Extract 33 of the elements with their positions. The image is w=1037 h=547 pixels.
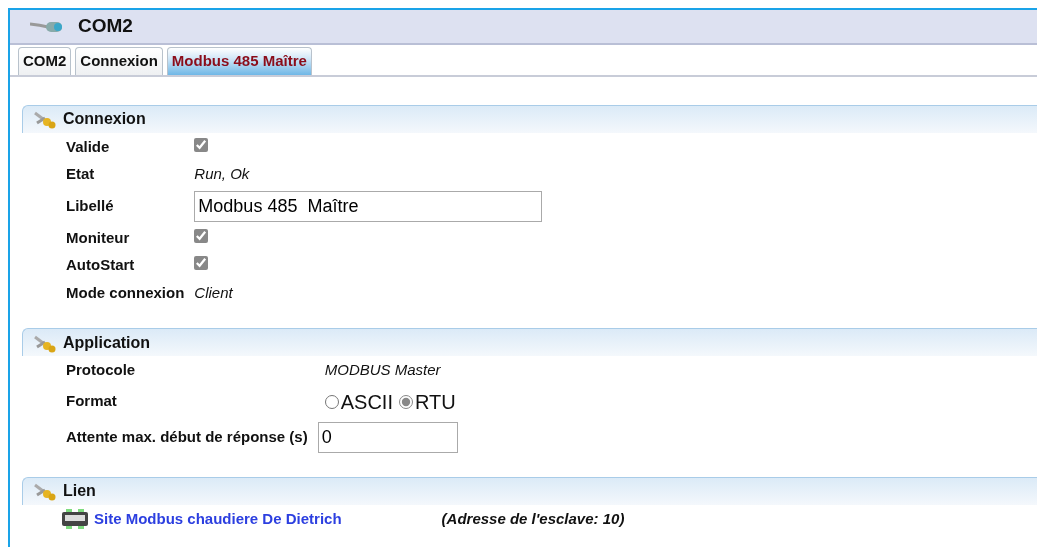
field-value: Client <box>194 283 233 301</box>
radio-label: RTU <box>414 389 456 415</box>
field-label: Valide <box>66 137 110 155</box>
field-label: Attente max. début de réponse (s) <box>66 427 308 445</box>
tab[interactable]: COM2 <box>18 47 72 75</box>
section-title: Connexion <box>63 109 146 129</box>
radio-button[interactable] <box>398 394 413 409</box>
checkbox[interactable] <box>194 256 209 270</box>
tab[interactable]: Modbus 485 Maître <box>166 47 312 75</box>
connector-icon <box>33 481 57 501</box>
window-title: COM2 <box>78 14 133 39</box>
device-icon <box>62 508 88 529</box>
text-field[interactable]: 0 <box>317 421 458 453</box>
field-label: Moniteur <box>66 228 130 246</box>
checkbox[interactable] <box>194 137 209 152</box>
link[interactable]: Site Modbus chaudiere De Dietrich <box>94 507 342 530</box>
slave-address: (Adresse de l'esclave: 10) <box>440 509 625 527</box>
field-label: AutoStart <box>66 256 135 273</box>
field-value: MODBUS Master <box>324 361 441 378</box>
field-label: Format <box>66 392 117 410</box>
section-title: Lien <box>63 481 96 501</box>
field-label: Libellé <box>66 196 114 214</box>
radio-button[interactable] <box>324 394 339 409</box>
tab[interactable]: Connexion <box>75 47 163 75</box>
field-label: Mode connexion <box>66 283 185 301</box>
text-field[interactable]: Modbus 485 Maître <box>194 190 543 222</box>
field-label: Etat <box>66 165 95 182</box>
radio-label: ASCII <box>340 389 393 415</box>
field-value: Run, Ok <box>194 165 250 182</box>
section-title: Application <box>63 332 151 353</box>
connector-icon <box>33 109 57 129</box>
checkbox[interactable] <box>194 228 209 243</box>
field-label: Protocole <box>66 361 136 378</box>
